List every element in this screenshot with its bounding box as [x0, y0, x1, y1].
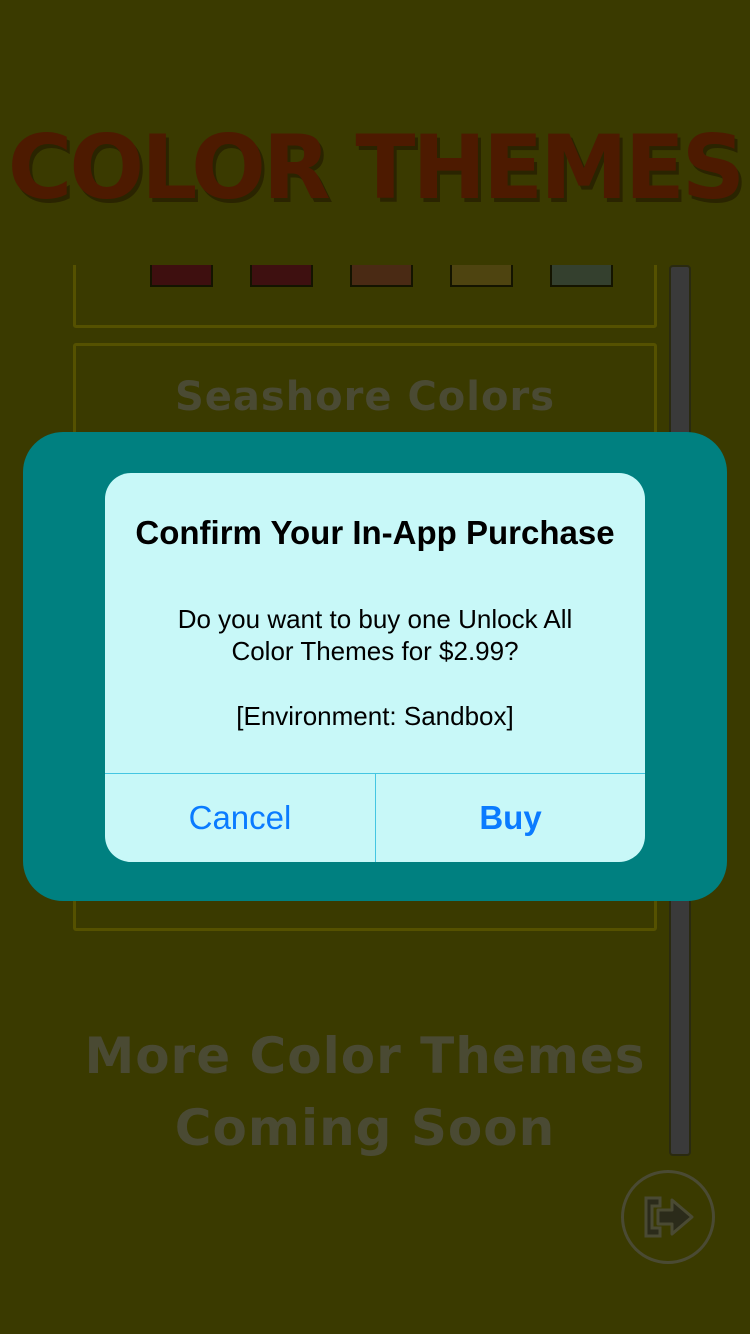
exit-arrow-icon — [644, 1196, 694, 1238]
exit-button[interactable] — [621, 1170, 715, 1264]
coming-soon-text: More Color Themes Coming Soon — [60, 1020, 670, 1164]
coming-soon-line: More Color Themes — [84, 1027, 646, 1085]
page-title: COLOR THEMES — [7, 116, 745, 219]
color-swatch — [450, 265, 513, 287]
theme-card-title: Seashore Colors — [174, 374, 556, 420]
color-swatch — [250, 265, 313, 287]
alert-title: Confirm Your In-App Purchase — [135, 514, 615, 551]
alert-environment: [Environment: Sandbox] — [236, 701, 514, 731]
buy-button[interactable]: Buy — [376, 774, 645, 862]
cancel-button[interactable]: Cancel — [105, 774, 375, 862]
swatch-row — [150, 265, 613, 287]
coming-soon-line: Coming Soon — [174, 1099, 556, 1157]
theme-card[interactable] — [73, 265, 657, 328]
color-swatch — [150, 265, 213, 287]
alert-message: Do you want to buy one Unlock All Color … — [177, 604, 573, 666]
color-swatch — [550, 265, 613, 287]
purchase-alert: Confirm Your In-App Purchase Do you want… — [105, 473, 645, 862]
color-swatch — [350, 265, 413, 287]
